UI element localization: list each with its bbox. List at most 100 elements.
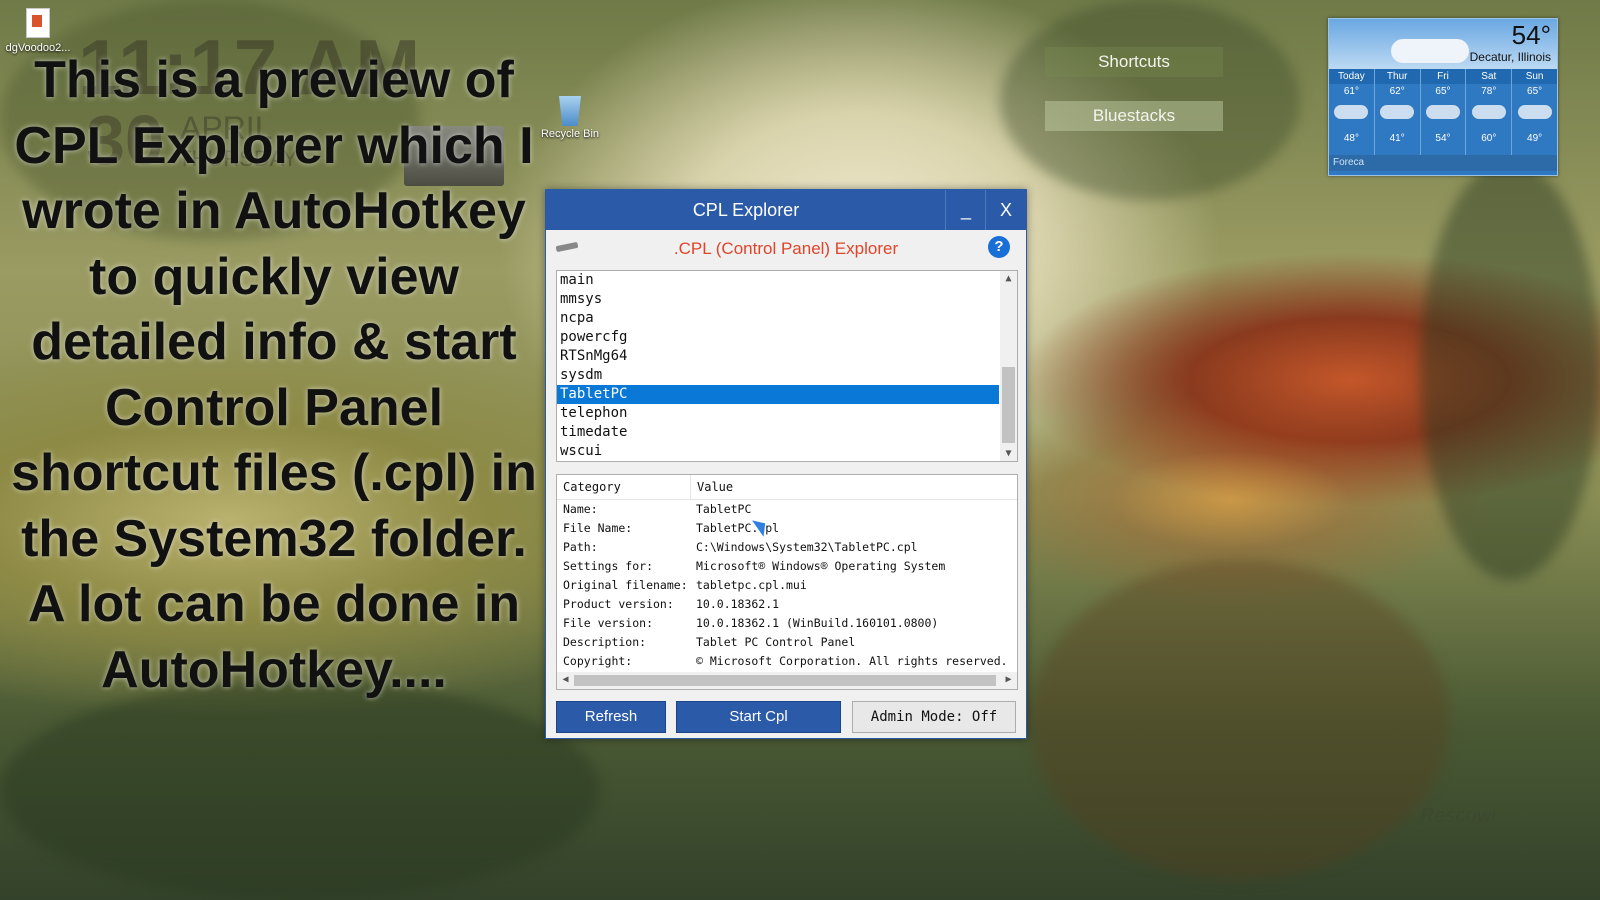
forecast-low: 41° [1389, 133, 1405, 144]
help-icon[interactable]: ? [988, 236, 1010, 258]
scrollbar-thumb[interactable] [574, 675, 996, 686]
details-header: Category Value [557, 475, 1017, 500]
details-table: Category Value Name: TabletPC File Name: T… [556, 474, 1018, 690]
cloud-icon [1425, 105, 1460, 119]
title-bar[interactable]: CPL Explorer _ X [546, 190, 1026, 230]
row-category: Copyright: [563, 654, 633, 668]
sub-header: .CPL (Control Panel) Explorer ? [546, 230, 1026, 266]
rain-icon [1517, 105, 1552, 119]
start-cpl-button[interactable]: Start Cpl [676, 701, 841, 733]
refresh-button[interactable]: Refresh [556, 701, 666, 733]
weather-gadget[interactable]: 54° Decatur, Illinois Today 61° 48° Thur… [1328, 18, 1558, 176]
forecast-low: 49° [1527, 133, 1543, 144]
forecast-high: 65° [1435, 86, 1451, 97]
file-icon [26, 8, 50, 38]
forecast-day: Sun 65° 49° [1512, 69, 1557, 155]
forecast-high: 65° [1527, 86, 1543, 97]
list-item[interactable]: timedate [557, 423, 999, 442]
forecast-high: 61° [1343, 86, 1359, 97]
list-vertical-scrollbar[interactable]: ▲ ▼ [1000, 271, 1017, 461]
forecast-day-name: Sat [1466, 69, 1512, 84]
window-title: CPL Explorer [692, 200, 800, 220]
list-item[interactable]: main [557, 271, 999, 290]
row-value: 10.0.18362.1 (WinBuild.160101.0800) [696, 616, 939, 630]
row-category: Original filename: [563, 578, 688, 592]
wallpaper-foliage [0, 680, 600, 900]
window-subtitle: .CPL (Control Panel) Explorer [673, 239, 899, 258]
forecast-high: 78° [1481, 86, 1497, 97]
list-item[interactable]: powercfg [557, 328, 999, 347]
weather-current: 54° Decatur, Illinois [1329, 19, 1557, 69]
desktop-icon-label: Recycle Bin [540, 128, 600, 140]
cloud-icon [1380, 105, 1415, 119]
scroll-right-arrow-icon[interactable]: ▶ [1000, 674, 1017, 685]
forecast-day: Sat 78° 60° [1466, 69, 1513, 155]
details-horizontal-scrollbar[interactable]: ◀ ▶ [557, 672, 1017, 689]
list-item[interactable]: RTSnMg64 [557, 347, 999, 366]
table-row[interactable]: Settings for: Microsoft® Windows® Operati… [557, 557, 1017, 576]
table-row[interactable]: Product version: 10.0.18362.1 [557, 595, 1017, 614]
wallpaper-foliage [1000, 0, 1300, 200]
list-item[interactable]: ncpa [557, 309, 999, 328]
forecast-day: Today 61° 48° [1329, 69, 1375, 155]
wallpaper-foliage [1030, 560, 1450, 880]
row-value: C:\Windows\System32\TabletPC.cpl [696, 540, 918, 554]
forecast-low: 48° [1343, 133, 1359, 144]
minimize-button[interactable]: _ [945, 190, 986, 230]
table-row[interactable]: Original filename: tabletpc.cpl.mui [557, 576, 1017, 595]
forecast-low: 54° [1435, 133, 1451, 144]
table-row[interactable]: Description: Tablet PC Control Panel [557, 633, 1017, 652]
table-row[interactable]: File version: 10.0.18362.1 (WinBuild.1601… [557, 614, 1017, 633]
shortcut-shortcuts[interactable]: Shortcuts [1045, 47, 1223, 77]
column-header-category[interactable]: Category [557, 475, 691, 499]
list-item[interactable]: sysdm [557, 366, 999, 385]
forecast-high: 62° [1389, 86, 1405, 97]
forecast-day: Fri 65° 54° [1420, 69, 1467, 155]
forecast-day-name: Today [1329, 69, 1374, 84]
row-category: Settings for: [563, 559, 654, 573]
scroll-up-arrow-icon[interactable]: ▲ [1000, 273, 1017, 284]
forecast-low: 60° [1481, 133, 1497, 144]
list-item[interactable]: wscui [557, 442, 999, 461]
cloud-icon [1334, 105, 1369, 119]
cpl-explorer-window: CPL Explorer _ X .CPL (Control Panel) Ex… [545, 189, 1027, 739]
weather-forecast: Today 61° 48° Thur 62° 41° Fri 65° 54° S… [1329, 69, 1557, 155]
column-header-value[interactable]: Value [691, 475, 733, 499]
row-value: TabletPC [696, 502, 752, 516]
weather-city: Decatur, Illinois [1469, 50, 1551, 64]
row-value: tabletpc.cpl.mui [696, 578, 807, 592]
list-item-selected[interactable]: TabletPC [557, 385, 999, 404]
cloud-icon [1391, 39, 1469, 63]
row-category: Name: [563, 502, 598, 516]
forecast-day-name: Sun [1512, 69, 1557, 84]
weather-source[interactable]: Foreca [1329, 155, 1557, 171]
scroll-down-arrow-icon[interactable]: ▼ [1000, 448, 1017, 459]
row-category: Description: [563, 635, 647, 649]
table-row[interactable]: Path: C:\Windows\System32\TabletPC.cpl [557, 538, 1017, 557]
row-value: 10.0.18362.1 [696, 597, 780, 611]
table-row[interactable]: File Name: TabletPC.cpl [557, 519, 1017, 538]
scroll-left-arrow-icon[interactable]: ◀ [557, 674, 574, 685]
table-row[interactable]: Copyright: © Microsoft Corporation. All r… [557, 652, 1017, 671]
table-row[interactable]: Name: TabletPC [557, 500, 1017, 519]
cpl-file-list[interactable]: main mmsys ncpa powercfg RTSnMg64 sysdm … [556, 270, 1018, 462]
list-item[interactable]: mmsys [557, 290, 999, 309]
forecast-day-name: Thur [1374, 69, 1420, 84]
weather-temperature: 54° [1511, 20, 1551, 50]
preview-caption: This is a preview of CPL Explorer which … [11, 51, 537, 699]
row-value: Microsoft® Windows® Operating System [696, 559, 946, 573]
artist-signature: Rescowi [1420, 805, 1496, 827]
forecast-day-name: Fri [1420, 69, 1466, 84]
close-button[interactable]: X [985, 190, 1026, 230]
cloud-icon [1471, 105, 1506, 119]
list-item[interactable]: telephon [557, 404, 999, 423]
row-value: Tablet PC Control Panel [696, 635, 856, 649]
shortcut-bluestacks[interactable]: Bluestacks [1045, 101, 1223, 131]
admin-mode-toggle[interactable]: Admin Mode: Off [852, 701, 1016, 733]
scrollbar-thumb[interactable] [1002, 367, 1015, 443]
recycle-bin-icon [559, 96, 581, 126]
row-category: Product version: [563, 597, 674, 611]
row-category: Path: [563, 540, 598, 554]
row-category: File Name: [563, 521, 633, 535]
row-value: © Microsoft Corporation. All rights rese… [696, 654, 1008, 668]
